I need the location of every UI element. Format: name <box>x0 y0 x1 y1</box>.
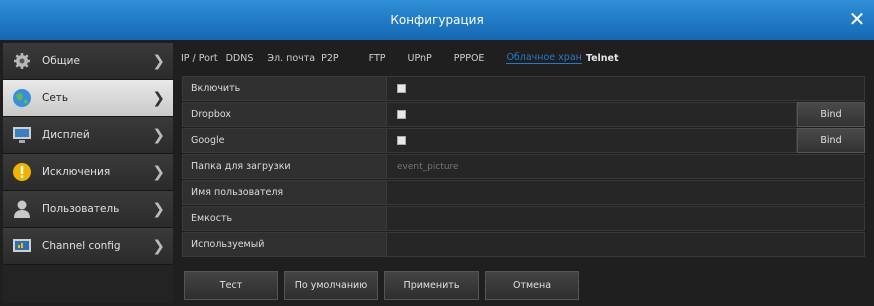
sidebar-item-label: Исключения <box>42 166 111 178</box>
sidebar-filler <box>3 265 173 303</box>
chevron-right-icon: ❯ <box>152 237 165 255</box>
gear-icon <box>12 51 32 71</box>
sidebar-item-user[interactable]: Пользователь ❯ <box>3 191 173 228</box>
sidebar-item-label: Сеть <box>42 92 69 104</box>
sidebar-item-label: Channel config <box>42 240 121 252</box>
tab-ip-port[interactable]: IP / Port <box>181 53 218 64</box>
tab-cloud-storage[interactable]: Облачное хран <box>506 52 582 64</box>
action-buttons: Тест По умолчанию Применить Отмена <box>184 271 585 300</box>
chevron-right-icon: ❯ <box>152 52 165 70</box>
sidebar: Общие ❯ Сеть ❯ Дисплей ❯ Исключения ❯ По… <box>3 43 173 303</box>
dropbox-bind-button[interactable]: Bind <box>797 102 865 127</box>
config-window: Конфигурация ✕ Общие ❯ Сеть ❯ Дисплей ❯ <box>0 0 874 306</box>
row-capacity: Емкость <box>182 206 865 231</box>
capacity-value <box>387 206 865 231</box>
sidebar-item-label: Дисплей <box>42 129 90 141</box>
chevron-right-icon: ❯ <box>152 163 165 181</box>
sidebar-item-label: Пользователь <box>42 203 120 215</box>
settings-form: Включить Dropbox Bind Google Bind Папка … <box>182 76 865 258</box>
tab-pppoe[interactable]: PPPOE <box>454 53 485 64</box>
upload-folder-label: Папка для загрузки <box>182 154 387 179</box>
tab-email[interactable]: Эл. почта <box>267 53 315 64</box>
tab-ddns[interactable]: DDNS <box>226 53 254 64</box>
sidebar-item-display[interactable]: Дисплей ❯ <box>3 117 173 154</box>
google-label: Google <box>182 128 387 153</box>
enable-label: Включить <box>182 76 387 101</box>
upload-folder-input[interactable] <box>397 161 864 172</box>
main-panel: IP / Port DDNS Эл. почта P2P FTP UPnP PP… <box>178 43 870 303</box>
tab-p2p[interactable]: P2P <box>321 53 339 64</box>
google-checkbox[interactable] <box>397 136 406 145</box>
row-used: Используемый <box>182 232 865 257</box>
window-title: Конфигурация <box>390 13 484 27</box>
titlebar: Конфигурация ✕ <box>0 0 874 40</box>
globe-icon <box>12 88 32 108</box>
chevron-right-icon: ❯ <box>152 126 165 144</box>
google-bind-button[interactable]: Bind <box>797 128 865 153</box>
close-icon[interactable]: ✕ <box>848 9 866 29</box>
sidebar-item-general[interactable]: Общие ❯ <box>3 43 173 80</box>
google-value <box>387 128 797 153</box>
channel-config-icon <box>12 236 32 256</box>
dropbox-checkbox[interactable] <box>397 110 406 119</box>
row-upload-folder: Папка для загрузки <box>182 154 865 179</box>
enable-value <box>387 76 865 101</box>
sidebar-item-exceptions[interactable]: Исключения ❯ <box>3 154 173 191</box>
tab-upnp[interactable]: UPnP <box>408 53 432 64</box>
monitor-icon <box>12 125 32 145</box>
username-value <box>387 180 865 205</box>
sidebar-item-channel-config[interactable]: Channel config ❯ <box>3 228 173 265</box>
capacity-label: Емкость <box>182 206 387 231</box>
enable-checkbox[interactable] <box>397 84 406 93</box>
default-button[interactable]: По умолчанию <box>284 271 378 300</box>
username-label: Имя пользователя <box>182 180 387 205</box>
tab-telnet[interactable]: Telnet <box>586 53 619 64</box>
sidebar-item-network[interactable]: Сеть ❯ <box>3 80 173 117</box>
cancel-button[interactable]: Отмена <box>485 271 579 300</box>
row-google: Google Bind <box>182 128 865 153</box>
sidebar-item-label: Общие <box>42 55 80 67</box>
dropbox-label: Dropbox <box>182 102 387 127</box>
chevron-right-icon: ❯ <box>152 200 165 218</box>
row-dropbox: Dropbox Bind <box>182 102 865 127</box>
tab-ftp[interactable]: FTP <box>369 53 386 64</box>
used-value <box>387 232 865 257</box>
dropbox-value <box>387 102 797 127</box>
test-button[interactable]: Тест <box>184 271 278 300</box>
user-icon <box>12 199 32 219</box>
row-enable: Включить <box>182 76 865 101</box>
tab-bar: IP / Port DDNS Эл. почта P2P FTP UPnP PP… <box>178 43 870 73</box>
upload-folder-value <box>387 154 865 179</box>
row-username: Имя пользователя <box>182 180 865 205</box>
apply-button[interactable]: Применить <box>384 271 479 300</box>
chevron-right-icon: ❯ <box>152 89 165 107</box>
used-label: Используемый <box>182 232 387 257</box>
warning-icon <box>12 162 32 182</box>
